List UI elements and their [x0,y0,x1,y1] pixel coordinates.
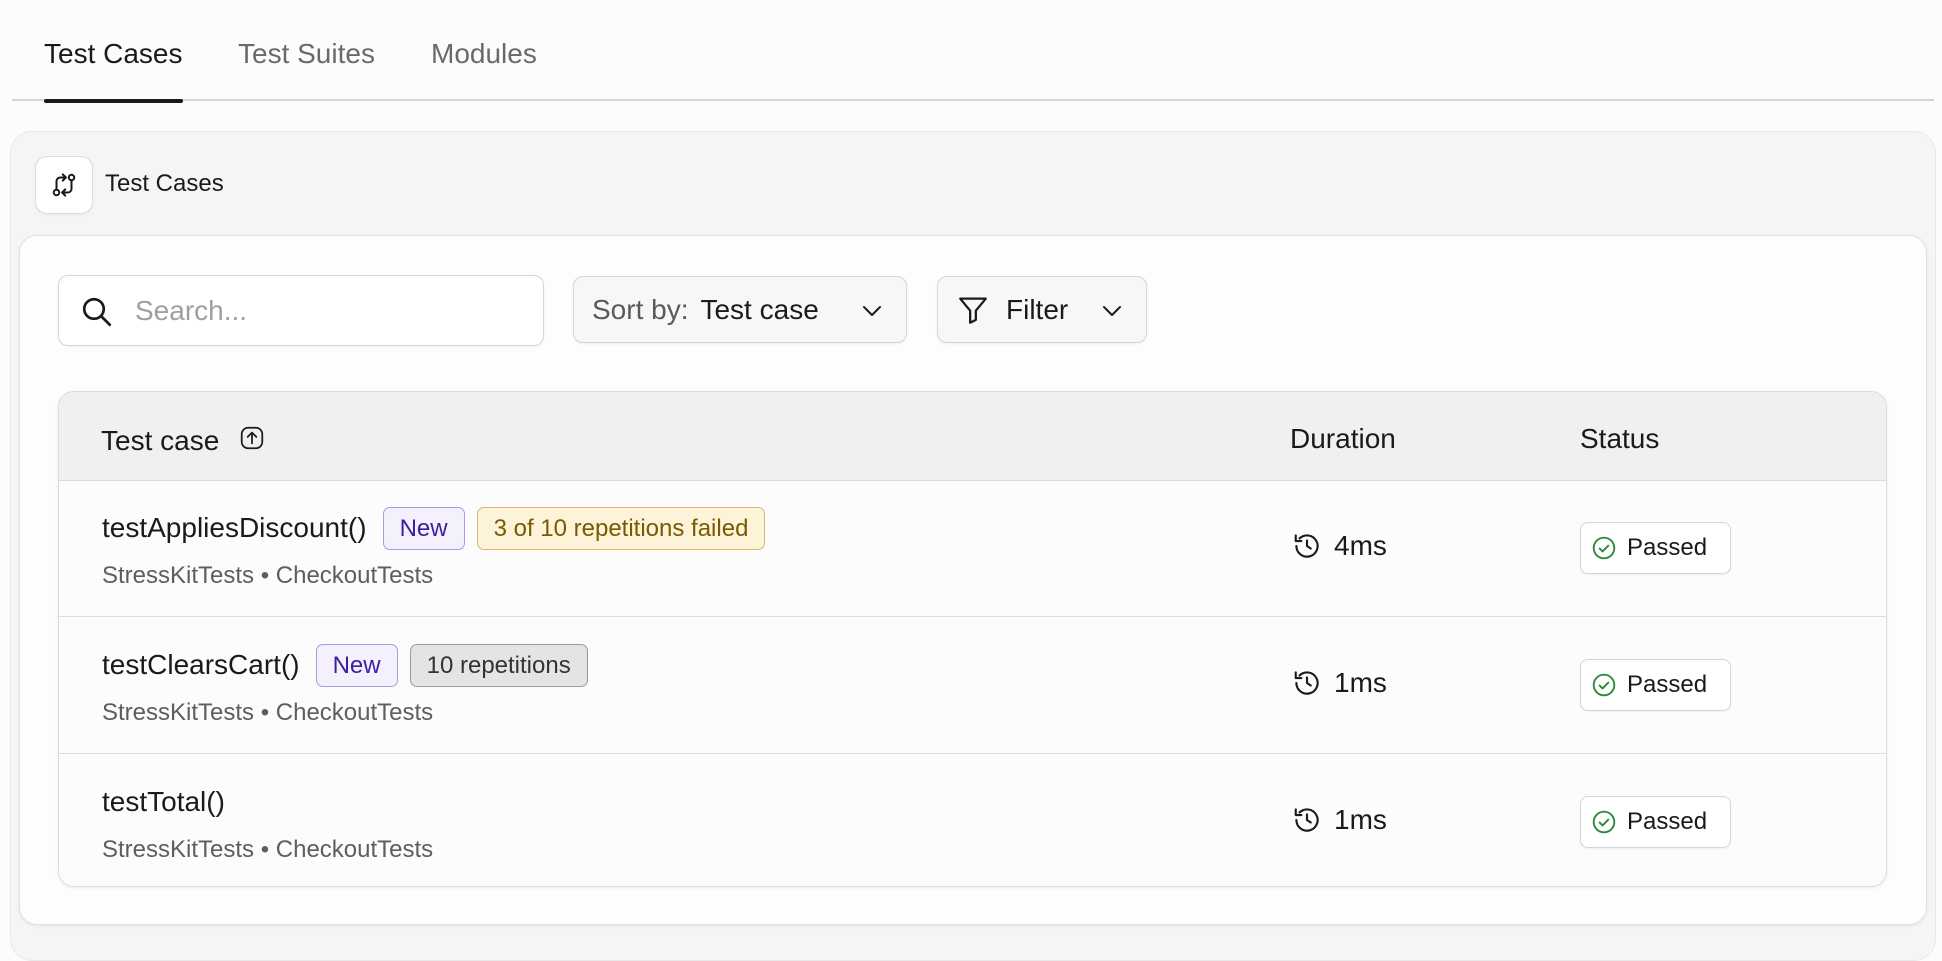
table-row[interactable]: testTotal() StressKitTests • CheckoutTes… [59,755,1886,886]
chevron-down-icon [863,306,881,316]
test-case-name[interactable]: testTotal() [102,786,225,818]
filter-icon [959,297,987,324]
table-row[interactable]: testAppliesDiscount() New 3 of 10 repeti… [59,481,1886,617]
repetitions-failed-badge: 3 of 10 repetitions failed [476,506,766,550]
status-label: Passed [1627,808,1708,835]
test-case-name[interactable]: testClearsCart() [102,649,300,681]
history-icon [1294,808,1319,832]
tab-modules[interactable]: Modules [431,38,537,101]
history-icon [1294,671,1319,695]
filter-label: Filter [1006,293,1069,325]
search-icon [82,297,112,327]
new-badge: New [382,506,465,550]
history-icon [1294,534,1319,558]
duration-value: 1ms [1334,804,1387,835]
check-circle-icon [1592,810,1616,834]
repetitions-badge: 10 repetitions [409,643,588,687]
search-input[interactable] [135,286,525,336]
column-header-label: Test case [101,424,220,456]
tab-test-suites[interactable]: Test Suites [238,38,375,101]
column-header-test-case[interactable]: Test case [101,423,265,458]
status-badge: Passed [1580,522,1731,574]
sort-value: Test case [700,293,819,325]
status-label: Passed [1627,671,1708,698]
duration-value: 4ms [1334,530,1387,561]
sort-label: Sort by: [592,293,689,325]
status-badge: Passed [1580,659,1731,711]
duration-cell: 4ms [1292,530,1387,562]
test-case-path: StressKitTests • CheckoutTests [102,699,434,726]
test-cases-table: Test case Duration Status testAppliesDis… [58,391,1887,887]
test-case-path: StressKitTests • CheckoutTests [102,836,434,863]
sort-ascending-icon[interactable] [239,425,265,458]
status-badge: Passed [1580,796,1731,848]
column-header-duration: Duration [1290,423,1396,454]
duration-cell: 1ms [1292,667,1387,699]
git-compare-icon [35,156,93,214]
column-header-status: Status [1580,423,1660,454]
test-case-path: StressKitTests • CheckoutTests [102,562,434,589]
search-box[interactable] [58,275,544,346]
table-header: Test case Duration Status [59,392,1886,481]
sort-dropdown[interactable]: Sort by: Test case [573,276,907,343]
tab-test-cases[interactable]: Test Cases [44,38,183,103]
panel-title: Test Cases [105,170,224,197]
filter-dropdown[interactable]: Filter [937,276,1147,343]
check-circle-icon [1592,536,1616,560]
duration-value: 1ms [1334,667,1387,698]
tab-bar: Test Cases Test Suites Modules [12,0,1934,103]
duration-cell: 1ms [1292,804,1387,836]
chevron-down-icon [1103,306,1121,316]
new-badge: New [315,643,398,687]
test-case-name[interactable]: testAppliesDiscount() [102,512,367,544]
table-row[interactable]: testClearsCart() New 10 repetitions Stre… [59,618,1886,754]
check-circle-icon [1592,673,1616,697]
status-label: Passed [1627,534,1708,561]
